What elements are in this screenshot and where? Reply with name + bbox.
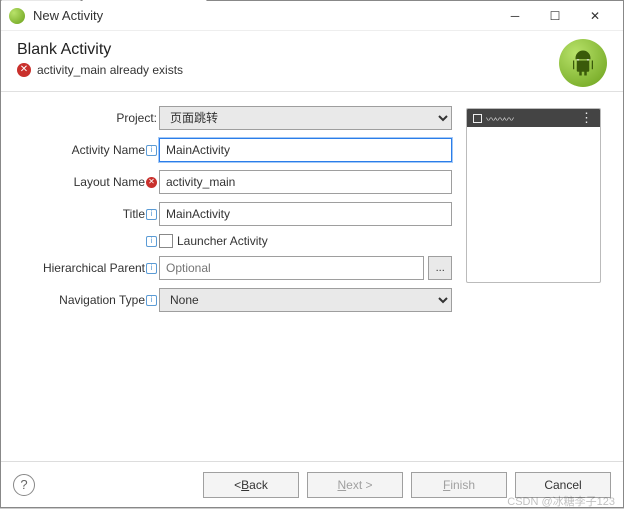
error-icon: ✕: [17, 63, 31, 77]
info-icon: i: [146, 295, 157, 306]
info-icon: i: [146, 209, 157, 220]
layout-name-label: Layout Name: [74, 175, 145, 189]
layout-name-input[interactable]: [159, 170, 452, 194]
back-button[interactable]: < Back: [203, 472, 299, 498]
preview-status-bar: 〰〰〰 ⋮: [467, 109, 600, 127]
launcher-checkbox[interactable]: [159, 234, 173, 248]
app-icon: [9, 8, 25, 24]
editor-tab[interactable]: inActivity.java: [1, 0, 81, 1]
dialog-window: inActivity.java ◇ *activity_main.xml ✕ N…: [0, 0, 624, 508]
hier-parent-input[interactable]: [159, 256, 424, 280]
minimize-button[interactable]: ─: [495, 2, 535, 30]
error-icon: ✕: [146, 177, 157, 188]
window-title: New Activity: [33, 8, 495, 23]
editor-tab-active[interactable]: ◇ *activity_main.xml ✕: [82, 0, 207, 1]
preview-pane: 〰〰〰 ⋮: [466, 106, 611, 461]
nav-type-label: Navigation Type: [59, 293, 145, 307]
error-text: activity_main already exists: [37, 63, 183, 77]
title-bar: New Activity ─ ☐ ✕: [1, 1, 623, 31]
watermark: CSDN @冰糖李子123: [507, 493, 615, 509]
form-fields: Project: 页面跳转 Activity Name i La: [13, 106, 452, 461]
error-message: ✕ activity_main already exists: [17, 63, 607, 77]
help-button[interactable]: ?: [13, 474, 35, 496]
info-icon: i: [146, 263, 157, 274]
dialog-header: Blank Activity ✕ activity_main already e…: [1, 31, 623, 85]
preview-title-squiggle: 〰〰〰: [486, 111, 576, 126]
project-label: Project:: [116, 111, 157, 125]
preview-app-icon: [473, 114, 482, 123]
launcher-label: Launcher Activity: [177, 234, 268, 248]
next-button[interactable]: Next >: [307, 472, 403, 498]
project-select[interactable]: 页面跳转: [159, 106, 452, 130]
hier-parent-label: Hierarchical Parent: [43, 261, 145, 275]
finish-button[interactable]: Finish: [411, 472, 507, 498]
form-area: Project: 页面跳转 Activity Name i La: [1, 91, 623, 461]
activity-name-label: Activity Name: [72, 143, 145, 157]
title-input[interactable]: [159, 202, 452, 226]
device-preview: 〰〰〰 ⋮: [466, 108, 601, 283]
android-logo: [559, 39, 607, 87]
overflow-icon: ⋮: [580, 110, 594, 126]
title-label: Title: [123, 207, 145, 221]
editor-tabs: inActivity.java ◇ *activity_main.xml ✕: [1, 0, 208, 1]
nav-type-select[interactable]: None: [159, 288, 452, 312]
close-button[interactable]: ✕: [575, 2, 615, 30]
activity-name-input[interactable]: [159, 138, 452, 162]
page-title: Blank Activity: [17, 41, 607, 59]
browse-button[interactable]: ...: [428, 256, 452, 280]
info-icon: i: [146, 145, 157, 156]
maximize-button[interactable]: ☐: [535, 2, 575, 30]
info-icon: i: [146, 236, 157, 247]
